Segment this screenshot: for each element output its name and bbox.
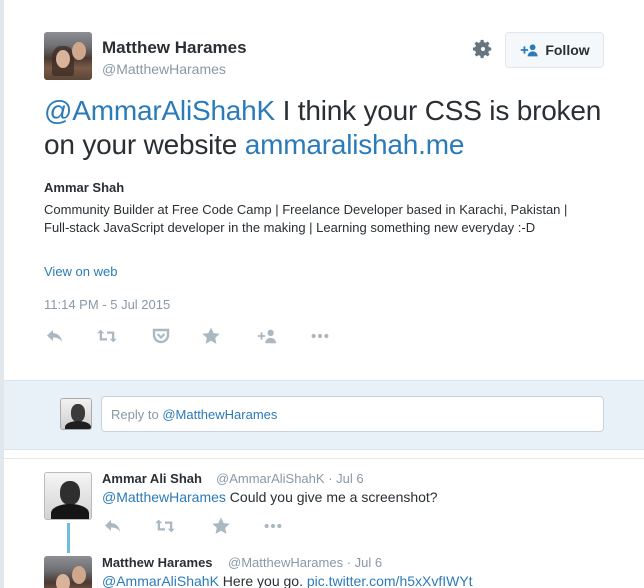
reply-author-handle[interactable]: @MatthewHarames	[228, 555, 343, 570]
reply-body: Could you give me a screenshot?	[225, 489, 438, 505]
reply-date[interactable]: Jul 6	[336, 471, 363, 486]
tweet-timestamp[interactable]: 11:14 PM - 5 Jul 2015	[44, 297, 170, 312]
follow-button[interactable]: Follow	[505, 32, 604, 68]
reply-text: @AmmarAliShahK Here you go. pic.twitter.…	[102, 573, 473, 588]
more-icon[interactable]	[262, 516, 284, 536]
tweet-link[interactable]: ammaralishah.me	[245, 129, 465, 160]
reply-icon[interactable]	[44, 326, 66, 346]
gear-icon[interactable]	[472, 38, 494, 60]
reply-body: Here you go.	[218, 573, 307, 588]
reply-author-meta: @MatthewHarames · Jul 6	[228, 555, 383, 570]
more-icon[interactable]	[309, 326, 331, 346]
reply-author-name[interactable]: Ammar Ali Shah	[102, 471, 202, 486]
window-edge	[0, 0, 4, 588]
pocket-icon[interactable]	[150, 326, 172, 346]
follow-label: Follow	[545, 42, 590, 58]
divider	[4, 458, 644, 459]
tweet-mention[interactable]: @AmmarAliShahK	[44, 95, 275, 126]
retweet-icon[interactable]	[96, 326, 118, 346]
reply-avatar[interactable]	[44, 556, 92, 588]
reply-placeholder-handle: @MatthewHarames	[162, 406, 278, 422]
reply-mention[interactable]: @AmmarAliShahK	[102, 573, 219, 588]
author-name[interactable]: Matthew Harames	[102, 38, 247, 58]
follow-user-icon	[521, 44, 538, 57]
tweet-text: @AmmarAliShahK I think your CSS is broke…	[44, 94, 604, 162]
current-user-avatar	[60, 398, 92, 430]
reply-author-name[interactable]: Matthew Harames	[102, 555, 213, 570]
favorite-icon[interactable]	[210, 516, 232, 536]
reply-placeholder-prefix: Reply to	[111, 406, 159, 422]
reply-date[interactable]: Jul 6	[355, 555, 382, 570]
reply-link[interactable]: pic.twitter.com/h5xXvfIWYt	[307, 573, 473, 588]
retweet-icon[interactable]	[154, 516, 176, 536]
reply-text: @MatthewHarames Could you give me a scre…	[102, 489, 438, 505]
card-description: Community Builder at Free Code Camp | Fr…	[44, 202, 568, 235]
card-title: Ammar Shah	[44, 180, 125, 195]
follow-user-icon[interactable]	[256, 326, 278, 346]
reply-author-meta: @AmmarAliShahK · Jul 6	[216, 471, 364, 486]
favorite-icon[interactable]	[200, 326, 222, 346]
reply-author-handle[interactable]: @AmmarAliShahK	[216, 471, 325, 486]
author-avatar[interactable]	[44, 32, 92, 80]
author-handle[interactable]: @MatthewHarames	[102, 61, 226, 77]
thread-line	[67, 523, 70, 553]
view-on-web-link[interactable]: View on web	[44, 264, 117, 279]
reply-mention[interactable]: @MatthewHarames	[102, 489, 226, 505]
reply-icon[interactable]	[102, 516, 124, 536]
reply-avatar[interactable]	[44, 472, 92, 520]
reply-input[interactable]: Reply to @MatthewHarames	[101, 396, 604, 432]
